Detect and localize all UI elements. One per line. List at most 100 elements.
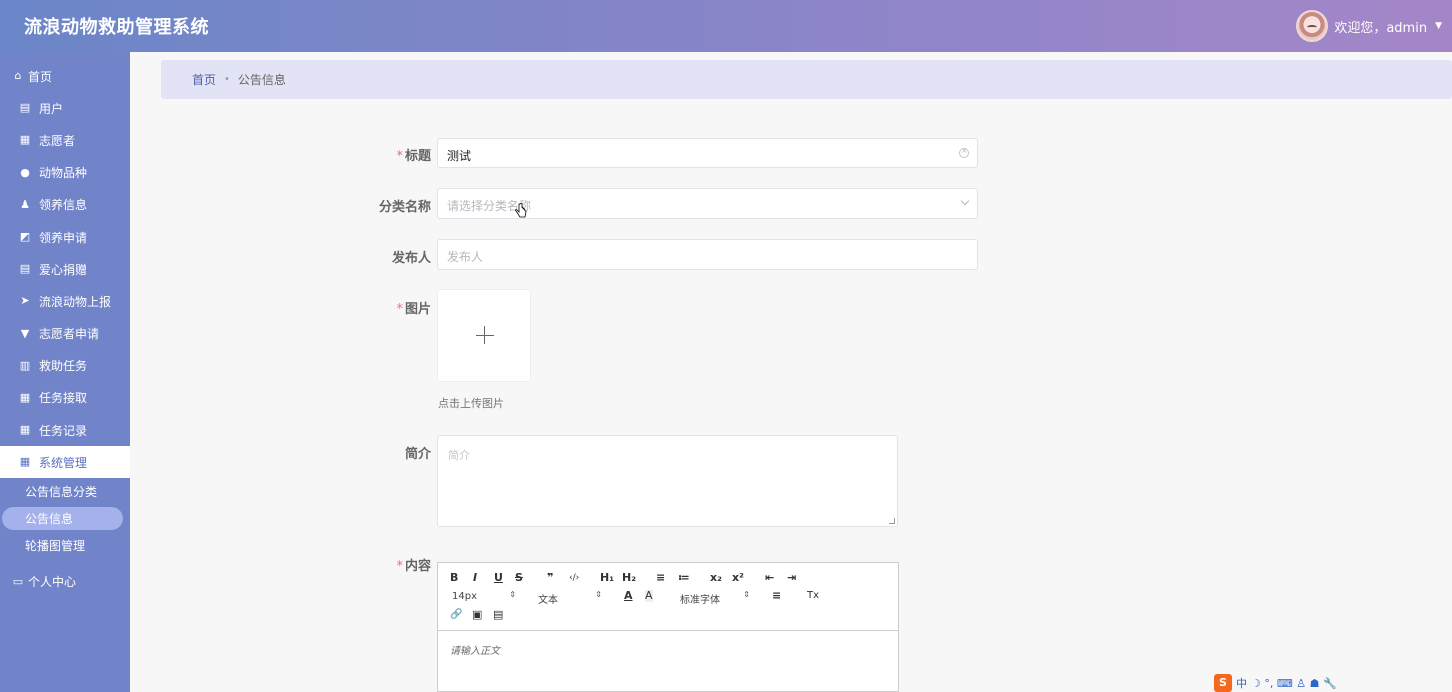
- sidebar-item-adoption-info[interactable]: ♟ 领养信息: [0, 189, 130, 221]
- intro-placeholder: 简介: [448, 449, 470, 462]
- sidebar-item-personal-center[interactable]: ▭ 个人中心: [0, 565, 130, 597]
- editor-toolbar: B I U S ❞ ‹/› H₁ H₂ ≡ ≔ x₂ x² ⇤ ⇥ 14px ⇕ …: [438, 563, 898, 631]
- sidebar-item-adoption-applications[interactable]: ◩ 领养申请: [0, 221, 130, 253]
- bars-icon: ▥: [19, 358, 31, 372]
- user-menu[interactable]: 欢迎您，admin ▼: [1296, 10, 1442, 42]
- sogou-logo[interactable]: S: [1214, 674, 1232, 692]
- thumbs-down-icon: ▼: [20, 326, 30, 340]
- content-label: * 内容: [396, 559, 431, 574]
- sidebar-item-label: 救助任务: [39, 359, 88, 374]
- ime-toolbar[interactable]: S 中 ☽ °, ⌨ ♙ ☗ 🔧: [1214, 674, 1337, 692]
- sidebar-item-label: 任务接取: [39, 391, 88, 406]
- h2-button[interactable]: H₂: [622, 572, 636, 584]
- breadcrumb-current: 公告信息: [237, 73, 286, 87]
- font-color-button[interactable]: A: [624, 590, 633, 602]
- publisher-label: 发布人: [391, 251, 431, 266]
- publisher-input[interactable]: 发布人: [437, 239, 978, 270]
- video-button[interactable]: ▤: [493, 609, 503, 621]
- underline-button[interactable]: U: [494, 572, 503, 584]
- title-label: * 标题: [396, 149, 431, 164]
- sidebar-item-animal-breeds[interactable]: ● 动物品种: [0, 157, 130, 189]
- sidebar-item-label: 动物品种: [39, 166, 88, 181]
- bullet-list-button[interactable]: ≔: [678, 572, 690, 584]
- rich-text-editor: B I U S ❞ ‹/› H₁ H₂ ≡ ≔ x₂ x² ⇤ ⇥ 14px ⇕ …: [437, 562, 899, 692]
- top-header: 流浪动物救助管理系统 欢迎您，admin ▼: [0, 0, 1452, 52]
- sidebar-item-volunteer-applications[interactable]: ▼ 志愿者申请: [0, 318, 130, 350]
- grid-icon: ▦: [19, 423, 31, 437]
- sidebar-item-system-management[interactable]: ▦ 系统管理: [0, 446, 130, 479]
- clean-format-button[interactable]: Tx: [807, 590, 819, 602]
- grid-icon: ▦: [19, 455, 31, 469]
- sidebar-subitem-notice-categories[interactable]: 公告信息分类: [0, 478, 130, 505]
- app-title: 流浪动物救助管理系统: [24, 17, 209, 38]
- strike-button[interactable]: S: [515, 572, 523, 584]
- send-icon: ➤: [20, 294, 30, 308]
- ordered-list-button[interactable]: ≡: [656, 572, 665, 584]
- header-select[interactable]: 文本 ⇕: [538, 590, 602, 606]
- background-color-button[interactable]: A: [645, 590, 653, 602]
- updown-icon: ⇕: [509, 590, 516, 599]
- sidebar-item-label: 任务记录: [39, 423, 88, 438]
- window-icon: ▭: [12, 574, 24, 588]
- breadcrumb-home[interactable]: 首页: [192, 71, 216, 88]
- publisher-placeholder: 发布人: [447, 250, 484, 264]
- sidebar-subitem-carousel[interactable]: 轮播图管理: [0, 532, 130, 559]
- sidebar-item-label: 志愿者: [39, 133, 76, 148]
- h1-button[interactable]: H₁: [600, 572, 614, 584]
- font-size-select[interactable]: 14px ⇕: [452, 590, 516, 602]
- category-label: 分类名称: [378, 200, 431, 215]
- balloon-icon: ●: [20, 165, 30, 179]
- link-button[interactable]: 🔗: [450, 609, 462, 621]
- superscript-button[interactable]: x²: [732, 572, 744, 584]
- title-input[interactable]: 测试: [437, 138, 978, 168]
- welcome-text[interactable]: 欢迎您，admin: [1334, 17, 1427, 36]
- resize-handle[interactable]: [889, 518, 895, 524]
- subscript-button[interactable]: x₂: [710, 572, 722, 584]
- sidebar-item-label: 志愿者申请: [39, 327, 100, 342]
- caret-down-icon[interactable]: ▼: [1435, 21, 1442, 31]
- code-button[interactable]: ‹/›: [569, 572, 579, 584]
- indent-button[interactable]: ⇥: [787, 572, 796, 584]
- plus-icon: [476, 335, 494, 336]
- hand-cursor-icon: [515, 203, 527, 218]
- intro-textarea[interactable]: 简介: [437, 435, 898, 527]
- clipboard-icon: ▤: [19, 101, 31, 115]
- align-button[interactable]: ≡: [772, 590, 781, 602]
- sidebar-item-label: 领养信息: [39, 198, 88, 213]
- ime-tools[interactable]: ☽ °, ⌨ ♙ ☗ 🔧: [1251, 677, 1337, 690]
- sidebar-item-label: 首页: [28, 69, 53, 84]
- sidebar-item-label: 领养申请: [39, 230, 88, 245]
- sidebar-item-rescue-tasks[interactable]: ▥ 救助任务: [0, 350, 130, 382]
- sidebar-item-label: 用户: [39, 101, 64, 116]
- outdent-button[interactable]: ⇤: [765, 572, 774, 584]
- sidebar-item-stray-reports[interactable]: ➤ 流浪动物上报: [0, 285, 130, 317]
- sidebar-item-home[interactable]: ⌂ 首页: [0, 60, 130, 92]
- sidebar-item-label: 系统管理: [39, 455, 88, 470]
- avatar[interactable]: [1296, 10, 1329, 42]
- quote-button[interactable]: ❞: [547, 572, 553, 584]
- sidebar-item-task-accept[interactable]: ▦ 任务接取: [0, 382, 130, 414]
- sidebar-item-users[interactable]: ▤ 用户: [0, 92, 130, 124]
- intro-label: 简介: [404, 447, 431, 462]
- clipboard-check-icon: ▤: [19, 262, 31, 276]
- font-family-select[interactable]: 标准字体 ⇕: [680, 590, 750, 606]
- person-icon: ♟: [20, 197, 30, 211]
- home-icon: ⌂: [14, 69, 22, 83]
- editor-placeholder[interactable]: 请输入正文: [450, 642, 500, 657]
- italic-button[interactable]: I: [473, 572, 477, 584]
- sidebar-item-volunteers[interactable]: ▦ 志愿者: [0, 124, 130, 156]
- sidebar-subitem-notices[interactable]: 公告信息: [2, 507, 123, 531]
- ime-language[interactable]: 中: [1236, 675, 1247, 691]
- chevron-down-icon: [960, 196, 970, 206]
- image-label: * 图片: [396, 302, 431, 317]
- bold-button[interactable]: B: [450, 572, 458, 584]
- clear-icon[interactable]: [959, 146, 969, 158]
- grid-icon: ▦: [19, 133, 31, 147]
- sidebar-item-label: 爱心捐赠: [39, 262, 88, 277]
- image-button[interactable]: ▣: [472, 609, 482, 621]
- title-input-value: 测试: [447, 149, 472, 163]
- image-upload-button[interactable]: [437, 289, 531, 382]
- upload-tip: 点击上传图片: [438, 397, 504, 410]
- sidebar-item-donations[interactable]: ▤ 爱心捐赠: [0, 253, 130, 285]
- sidebar-item-task-records[interactable]: ▦ 任务记录: [0, 414, 130, 446]
